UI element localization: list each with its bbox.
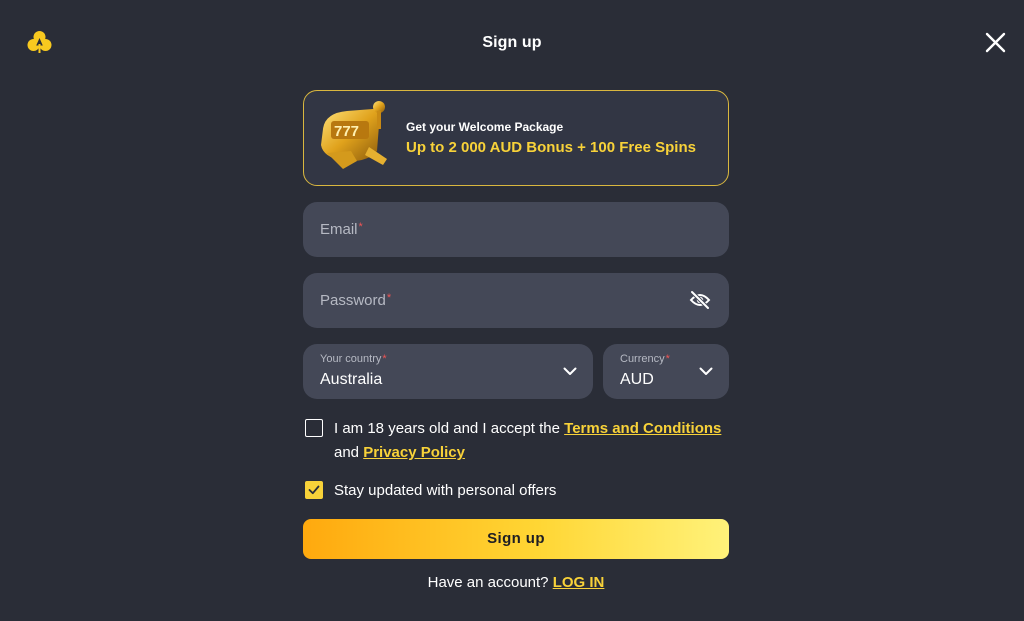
required-mark: * [386,292,392,304]
email-field[interactable]: Email* [303,202,729,257]
promo-subtitle: Get your Welcome Package [406,120,564,134]
country-currency-row: Your country* Australia Currency* AUD [303,344,729,399]
chevron-down-icon [699,367,713,375]
required-mark: * [358,221,363,233]
currency-select[interactable]: Currency* AUD [603,344,729,399]
checkmark-icon [308,485,320,495]
welcome-package-banner: 777 Get your Welcome Package Up to 2 000… [303,90,729,186]
privacy-policy-link[interactable]: Privacy Policy [363,444,465,461]
email-placeholder: Email* [320,221,363,238]
terms-checkbox[interactable] [305,419,323,437]
currency-label: Currency* [620,353,670,365]
close-icon[interactable] [985,32,1006,53]
eye-off-icon[interactable] [689,290,711,310]
signup-button[interactable]: Sign up [303,519,729,559]
password-field[interactable]: Password* [303,273,729,328]
login-link[interactable]: LOG IN [553,574,605,591]
required-mark: * [382,353,387,365]
terms-consent-row: I am 18 years old and I accept the Terms… [303,417,729,465]
country-select[interactable]: Your country* Australia [303,344,593,399]
signup-form: 777 Get your Welcome Package Up to 2 000… [303,90,729,591]
svg-text:777: 777 [334,123,359,140]
offers-label: Stay updated with personal offers [334,482,557,499]
country-value: Australia [320,371,383,388]
chevron-down-icon [563,367,577,375]
terms-link[interactable]: Terms and Conditions [564,420,721,437]
terms-text: I am 18 years old and I accept the Terms… [334,417,729,465]
country-label: Your country* [320,353,387,365]
password-placeholder: Password* [320,292,392,309]
terms-and: and [334,444,360,461]
promo-headline: Up to 2 000 AUD Bonus + 100 Free Spins [406,139,696,156]
login-prompt: Have an account? LOG IN [303,574,729,591]
currency-value: AUD [620,371,654,388]
have-account-text: Have an account? [427,574,549,591]
required-mark: * [665,353,670,365]
slot-machine-777-icon: 777 [321,101,387,169]
terms-prefix: I am 18 years old and I accept the [334,420,560,437]
offers-checkbox[interactable] [305,481,323,499]
page-title: Sign up [482,34,542,51]
offers-consent-row: Stay updated with personal offers [303,479,729,503]
